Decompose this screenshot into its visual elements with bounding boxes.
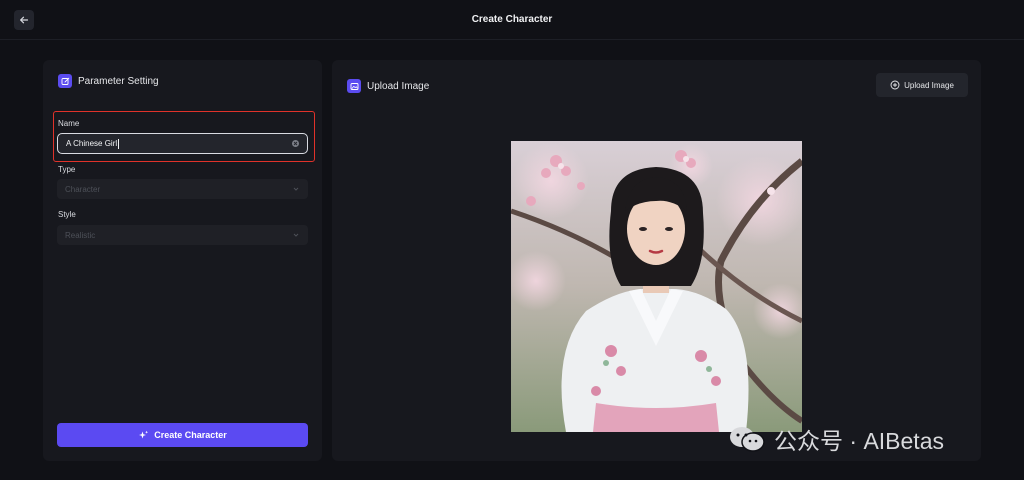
upload-image-button[interactable]: Upload Image [876,73,968,97]
plus-circle-icon [890,80,900,90]
style-select-value: Realistic [65,230,96,240]
watermark: 公众号 · AIBetas [728,424,944,454]
type-select[interactable]: Character [57,179,308,199]
upload-image-title: Upload Image [367,80,430,92]
sparkle-icon [139,430,149,438]
page-title: Create Character [471,14,553,25]
create-character-button[interactable]: Create Character [57,423,308,447]
type-select-value: Character [65,184,101,194]
watermark-text: 公众号 · AIBetas [774,428,944,454]
top-bar: Create Character [0,0,1024,40]
style-label: Style [58,210,76,219]
name-input[interactable]: A Chinese Girl [57,133,308,154]
clear-icon[interactable] [292,140,299,147]
wechat-icon [730,427,765,452]
upload-image-header: Upload Image [347,79,429,93]
uploaded-image [511,141,802,432]
type-label: Type [58,165,76,174]
style-select[interactable]: Realistic [57,225,308,245]
chevron-down-icon [293,187,299,191]
upload-image-button-label: Upload Image [904,80,954,90]
chevron-down-icon [293,233,299,237]
parameter-setting-header: Parameter Setting [58,74,159,88]
text-caret [118,138,120,149]
edit-icon [58,74,72,88]
create-character-label: Create Character [154,430,227,440]
image-icon [347,79,361,93]
parameter-setting-title: Parameter Setting [78,75,159,87]
name-input-value: A Chinese Girl [66,138,118,148]
